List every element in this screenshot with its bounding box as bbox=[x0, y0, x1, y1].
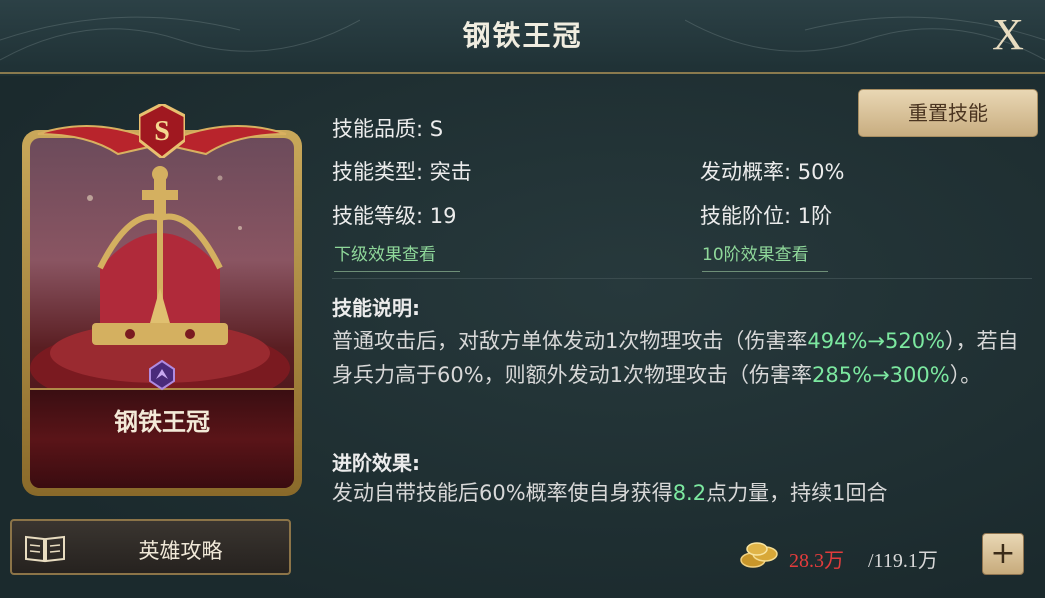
close-button[interactable]: X bbox=[985, 10, 1031, 60]
advance-text-2: 点力量，持续1回合 bbox=[706, 481, 888, 505]
advance-text-1: 发动自带技能后60%概率使自身获得 bbox=[332, 481, 673, 505]
card-frame bbox=[22, 130, 302, 496]
assault-emblem-icon bbox=[149, 359, 175, 391]
description-text-1: 普通攻击后，对敌方单体发动1次物理攻击（伤害率 bbox=[332, 329, 808, 353]
reset-skill-button[interactable]: 重置技能 bbox=[858, 89, 1038, 137]
strength-value: 8.2 bbox=[672, 481, 707, 505]
page-title: 钢铁王冠 bbox=[462, 19, 583, 52]
header-bar: 钢铁王冠 X bbox=[0, 0, 1045, 74]
card-name: 钢铁王冠 bbox=[114, 408, 210, 436]
trigger-rate: 发动概率: 50% bbox=[700, 160, 845, 184]
divider bbox=[332, 278, 1032, 279]
quality-letter: S bbox=[154, 116, 170, 147]
add-resource-button[interactable]: + bbox=[982, 533, 1024, 575]
description-text-3: ）。 bbox=[949, 363, 982, 387]
hero-strategy-label: 英雄攻略 bbox=[138, 539, 223, 563]
advance-effect: 发动自带技能后60%概率使自身获得8.2点力量，持续1回合 bbox=[332, 476, 1022, 510]
damage-rate-2: 285%→300% bbox=[812, 363, 950, 387]
next-level-effect-link[interactable]: 下级效果查看 bbox=[334, 240, 460, 272]
resource-current: 28.3万 bbox=[789, 550, 844, 572]
skill-card: S 钢铁王冠 bbox=[22, 104, 302, 496]
skill-level: 技能等级: 19 bbox=[332, 204, 457, 228]
gold-coins-icon bbox=[740, 542, 778, 568]
skill-description: 普通攻击后，对敌方单体发动1次物理攻击（伤害率494%→520%），若自身兵力高… bbox=[332, 324, 1022, 392]
description-title: 技能说明: bbox=[332, 296, 420, 320]
skill-type: 技能类型: 突击 bbox=[332, 160, 472, 184]
tier10-effect-link[interactable]: 10阶效果查看 bbox=[702, 240, 828, 272]
skill-quality: 技能品质: S bbox=[332, 117, 444, 141]
resource-max: /119.1万 bbox=[868, 550, 938, 572]
book-icon bbox=[25, 535, 65, 563]
hero-strategy-button[interactable]: 英雄攻略 bbox=[10, 519, 291, 575]
damage-rate-1: 494%→520% bbox=[807, 329, 946, 353]
advance-title: 进阶效果: bbox=[332, 451, 420, 475]
skill-tier: 技能阶位: 1阶 bbox=[700, 204, 833, 228]
